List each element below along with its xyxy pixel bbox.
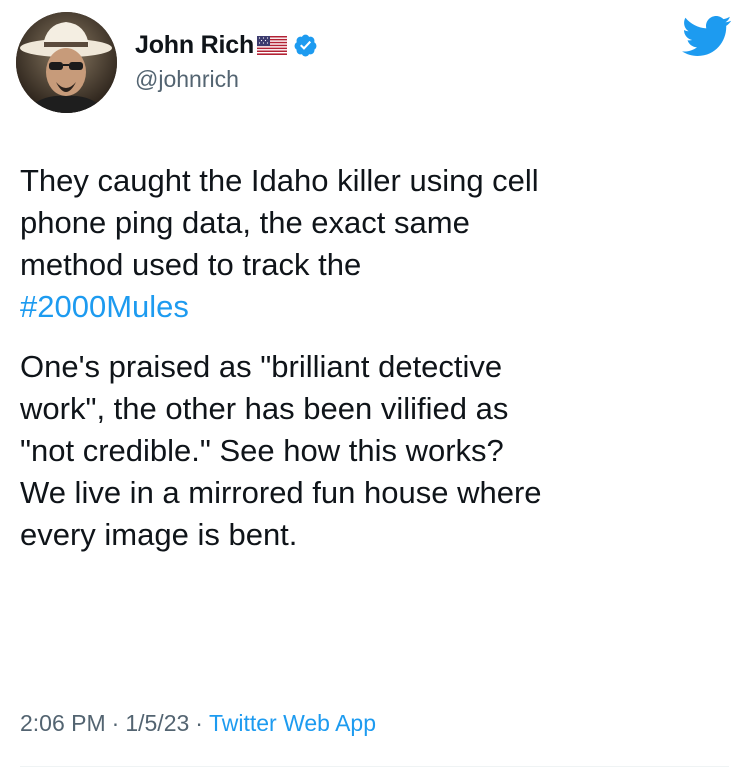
us-flag-icon [257, 35, 288, 55]
author-name-row: John Rich [135, 30, 318, 60]
avatar[interactable] [16, 12, 117, 113]
author-handle[interactable]: @johnrich [135, 66, 239, 93]
meta-separator: · [111, 710, 120, 736]
tweet-metadata: 2:06 PM · 1/5/23 · Twitter Web App [20, 710, 376, 737]
meta-separator: · [195, 710, 203, 736]
tweet-source-link[interactable]: Twitter Web App [209, 710, 376, 736]
divider [20, 766, 729, 767]
twitter-bird-icon [680, 14, 732, 58]
hashtag-link[interactable]: #2000Mules [20, 289, 189, 324]
tweet-body: They caught the Idaho killer using cell … [20, 160, 730, 556]
tweet-paragraph-2: One's praised as "brilliant detective wo… [20, 349, 542, 552]
tweet-date[interactable]: 1/5/23 [125, 710, 189, 736]
avatar-image [16, 12, 117, 113]
tweet-paragraph-1: They caught the Idaho killer using cell … [20, 160, 730, 328]
tweet-text-intro: They caught the Idaho killer using cell … [20, 163, 539, 282]
tweet-card: John Rich @johnrich They caught the Idah… [0, 0, 749, 775]
tweet-time[interactable]: 2:06 PM [20, 710, 106, 736]
author-display-name[interactable]: John Rich [135, 31, 254, 60]
verified-badge-icon [293, 33, 318, 58]
